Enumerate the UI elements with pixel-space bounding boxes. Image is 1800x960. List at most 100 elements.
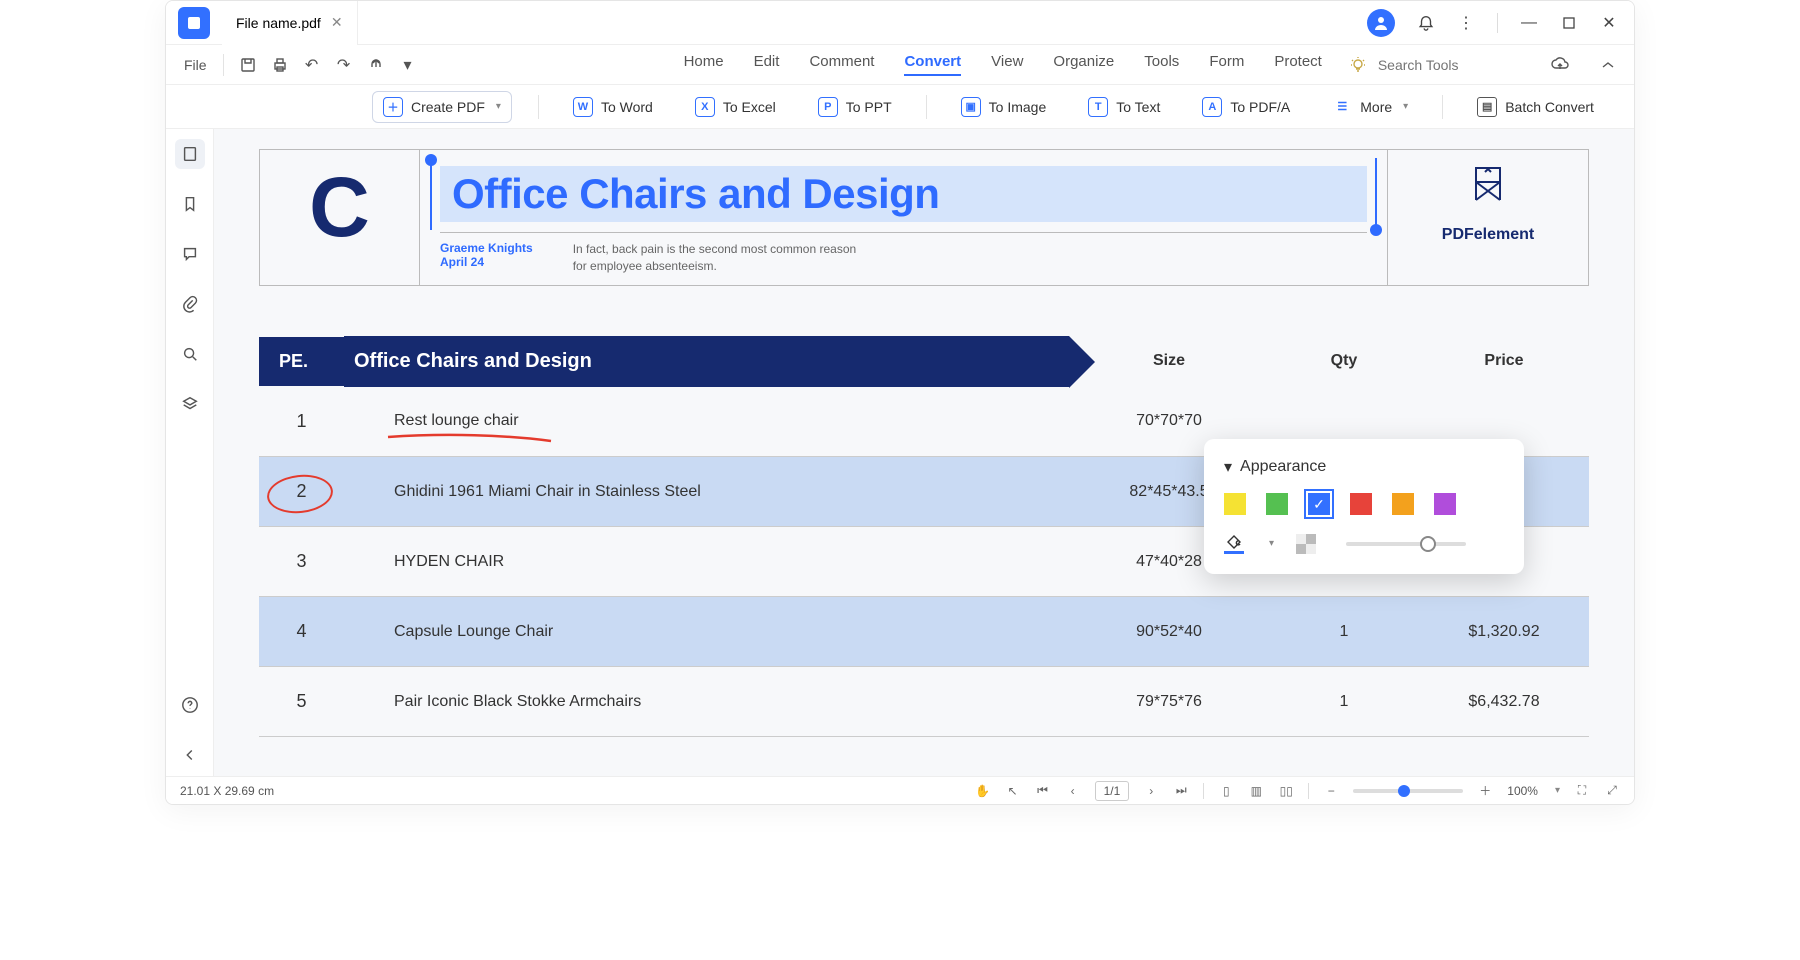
popover-title: Appearance [1240, 458, 1326, 476]
col-pe: PE. [259, 337, 344, 386]
color-swatch-yellow[interactable] [1224, 493, 1246, 515]
document-tab[interactable]: File name.pdf ✕ [222, 1, 358, 45]
page-number-input[interactable]: 1/1 [1095, 781, 1130, 801]
color-swatch-blue[interactable]: ✓ [1308, 493, 1330, 515]
title-cell: Office Chairs and Design Graeme Knights … [420, 150, 1388, 285]
zoom-out-icon[interactable]: − [1323, 783, 1339, 799]
menu-home[interactable]: Home [684, 53, 724, 76]
close-tab-icon[interactable]: ✕ [331, 14, 343, 31]
color-swatch-orange[interactable] [1392, 493, 1414, 515]
fill-color-button[interactable] [1224, 533, 1244, 554]
create-pdf-button[interactable]: ＋ Create PDF▾ [372, 91, 512, 123]
more-button[interactable]: ☰More▾ [1324, 93, 1416, 121]
save-icon[interactable] [237, 54, 259, 76]
author-block: Graeme Knights April 24 [440, 241, 533, 275]
document-canvas[interactable]: C Office Chairs and Design Graeme Knight… [214, 129, 1634, 776]
cloud-upload-icon[interactable] [1549, 54, 1571, 76]
hand-tool-icon[interactable]: ✋ [975, 783, 991, 799]
continuous-view-icon[interactable]: ▥ [1248, 783, 1264, 799]
file-menu[interactable]: File [176, 53, 215, 77]
menu-form[interactable]: Form [1209, 53, 1244, 76]
to-excel-button[interactable]: XTo Excel [687, 93, 784, 121]
batch-convert-button[interactable]: ▤Batch Convert [1469, 93, 1602, 121]
export-format-dock: W P R T X [1634, 141, 1635, 637]
redo-icon[interactable]: ↷ [333, 54, 355, 76]
select-tool-icon[interactable]: ↖ [1005, 783, 1021, 799]
collapse-ribbon-icon[interactable] [1597, 54, 1619, 76]
color-swatches: ✓ [1224, 493, 1504, 515]
color-swatch-red[interactable] [1350, 493, 1372, 515]
comment-icon[interactable] [175, 239, 205, 269]
color-swatch-purple[interactable] [1434, 493, 1456, 515]
user-avatar-icon[interactable] [1367, 9, 1395, 37]
red-circle-annotation [265, 472, 335, 517]
table-row[interactable]: 4 Capsule Lounge Chair 90*52*40 1 $1,320… [259, 597, 1589, 667]
app-logo-icon[interactable] [178, 7, 210, 39]
menu-organize[interactable]: Organize [1053, 53, 1114, 76]
selected-title-text[interactable]: Office Chairs and Design [440, 166, 1367, 222]
document-title: Office Chairs and Design [452, 170, 1355, 218]
zoom-in-icon[interactable]: ＋ [1477, 783, 1493, 799]
menu-convert[interactable]: Convert [904, 53, 961, 76]
single-page-view-icon[interactable]: ▯ [1218, 783, 1234, 799]
attachment-icon[interactable] [175, 289, 205, 319]
prev-page-icon[interactable]: ‹ [1065, 783, 1081, 799]
lightbulb-icon[interactable] [1348, 55, 1368, 75]
collapse-rail-icon[interactable] [175, 740, 205, 770]
window-minimize-icon[interactable]: — [1520, 14, 1538, 32]
col-desc: Office Chairs and Design [344, 336, 1069, 387]
caret-down-icon[interactable]: ▾ [1224, 457, 1232, 477]
table-header-band: PE. Office Chairs and Design Size Qty Pr… [259, 336, 1589, 387]
fit-page-icon[interactable]: ⛶ [1574, 783, 1590, 799]
titlebar: File name.pdf ✕ ⋮ — ✕ [166, 1, 1634, 45]
text-icon: T [1088, 97, 1108, 117]
thumbnails-icon[interactable] [175, 139, 205, 169]
menu-tools[interactable]: Tools [1144, 53, 1179, 76]
main-menu: Home Edit Comment Convert View Organize … [684, 53, 1322, 76]
table-row[interactable]: 5 Pair Iconic Black Stokke Armchairs 79*… [259, 667, 1589, 737]
word-icon: W [573, 97, 593, 117]
red-underline-annotation [386, 431, 556, 445]
to-text-button[interactable]: TTo Text [1080, 93, 1168, 121]
batch-icon: ▤ [1477, 97, 1497, 117]
page-dimensions: 21.01 X 29.69 cm [180, 784, 274, 798]
layers-icon[interactable] [175, 389, 205, 419]
plus-icon: ＋ [383, 97, 403, 117]
slider-thumb[interactable] [1420, 536, 1436, 552]
two-page-view-icon[interactable]: ▯▯ [1278, 783, 1294, 799]
bookmark-icon[interactable] [175, 189, 205, 219]
search-icon[interactable] [175, 339, 205, 369]
window-close-icon[interactable]: ✕ [1600, 14, 1618, 32]
to-pdfa-button[interactable]: ATo PDF/A [1194, 93, 1298, 121]
window-maximize-icon[interactable] [1560, 14, 1578, 32]
zoom-slider[interactable] [1353, 789, 1463, 793]
dropdown-icon[interactable]: ▾ [397, 54, 419, 76]
menu-protect[interactable]: Protect [1274, 53, 1322, 76]
menu-view[interactable]: View [991, 53, 1023, 76]
subtitle-text: In fact, back pain is the second most co… [573, 241, 873, 275]
menubar: File ↶ ↷ ▾ Home Edit Comment Convert Vie… [166, 45, 1634, 85]
print-icon[interactable] [269, 54, 291, 76]
status-bar: 21.01 X 29.69 cm ✋ ↖ ⏮ ‹ 1/1 › ⏭ ▯ ▥ ▯▯ … [166, 776, 1634, 804]
app-window: File name.pdf ✕ ⋮ — ✕ File ↶ ↷ ▾ [165, 0, 1635, 805]
document-tab-label: File name.pdf [236, 15, 321, 31]
menu-edit[interactable]: Edit [754, 53, 780, 76]
to-image-button[interactable]: ▣To Image [953, 93, 1055, 121]
share-icon[interactable] [365, 54, 387, 76]
col-qty: Qty [1269, 352, 1419, 370]
kebab-menu-icon[interactable]: ⋮ [1457, 14, 1475, 32]
first-page-icon[interactable]: ⏮ [1035, 783, 1051, 799]
search-tools-input[interactable] [1378, 57, 1498, 73]
to-word-button[interactable]: WTo Word [565, 93, 661, 121]
fullscreen-icon[interactable]: ⤢ [1604, 783, 1620, 799]
bell-icon[interactable] [1417, 14, 1435, 32]
help-icon[interactable] [175, 690, 205, 720]
last-page-icon[interactable]: ⏭ [1173, 783, 1189, 799]
next-page-icon[interactable]: › [1143, 783, 1159, 799]
fill-dropdown-icon[interactable]: ▾ [1269, 538, 1274, 549]
menu-comment[interactable]: Comment [809, 53, 874, 76]
undo-icon[interactable]: ↶ [301, 54, 323, 76]
color-swatch-green[interactable] [1266, 493, 1288, 515]
opacity-slider[interactable] [1346, 542, 1466, 546]
to-ppt-button[interactable]: PTo PPT [810, 93, 900, 121]
